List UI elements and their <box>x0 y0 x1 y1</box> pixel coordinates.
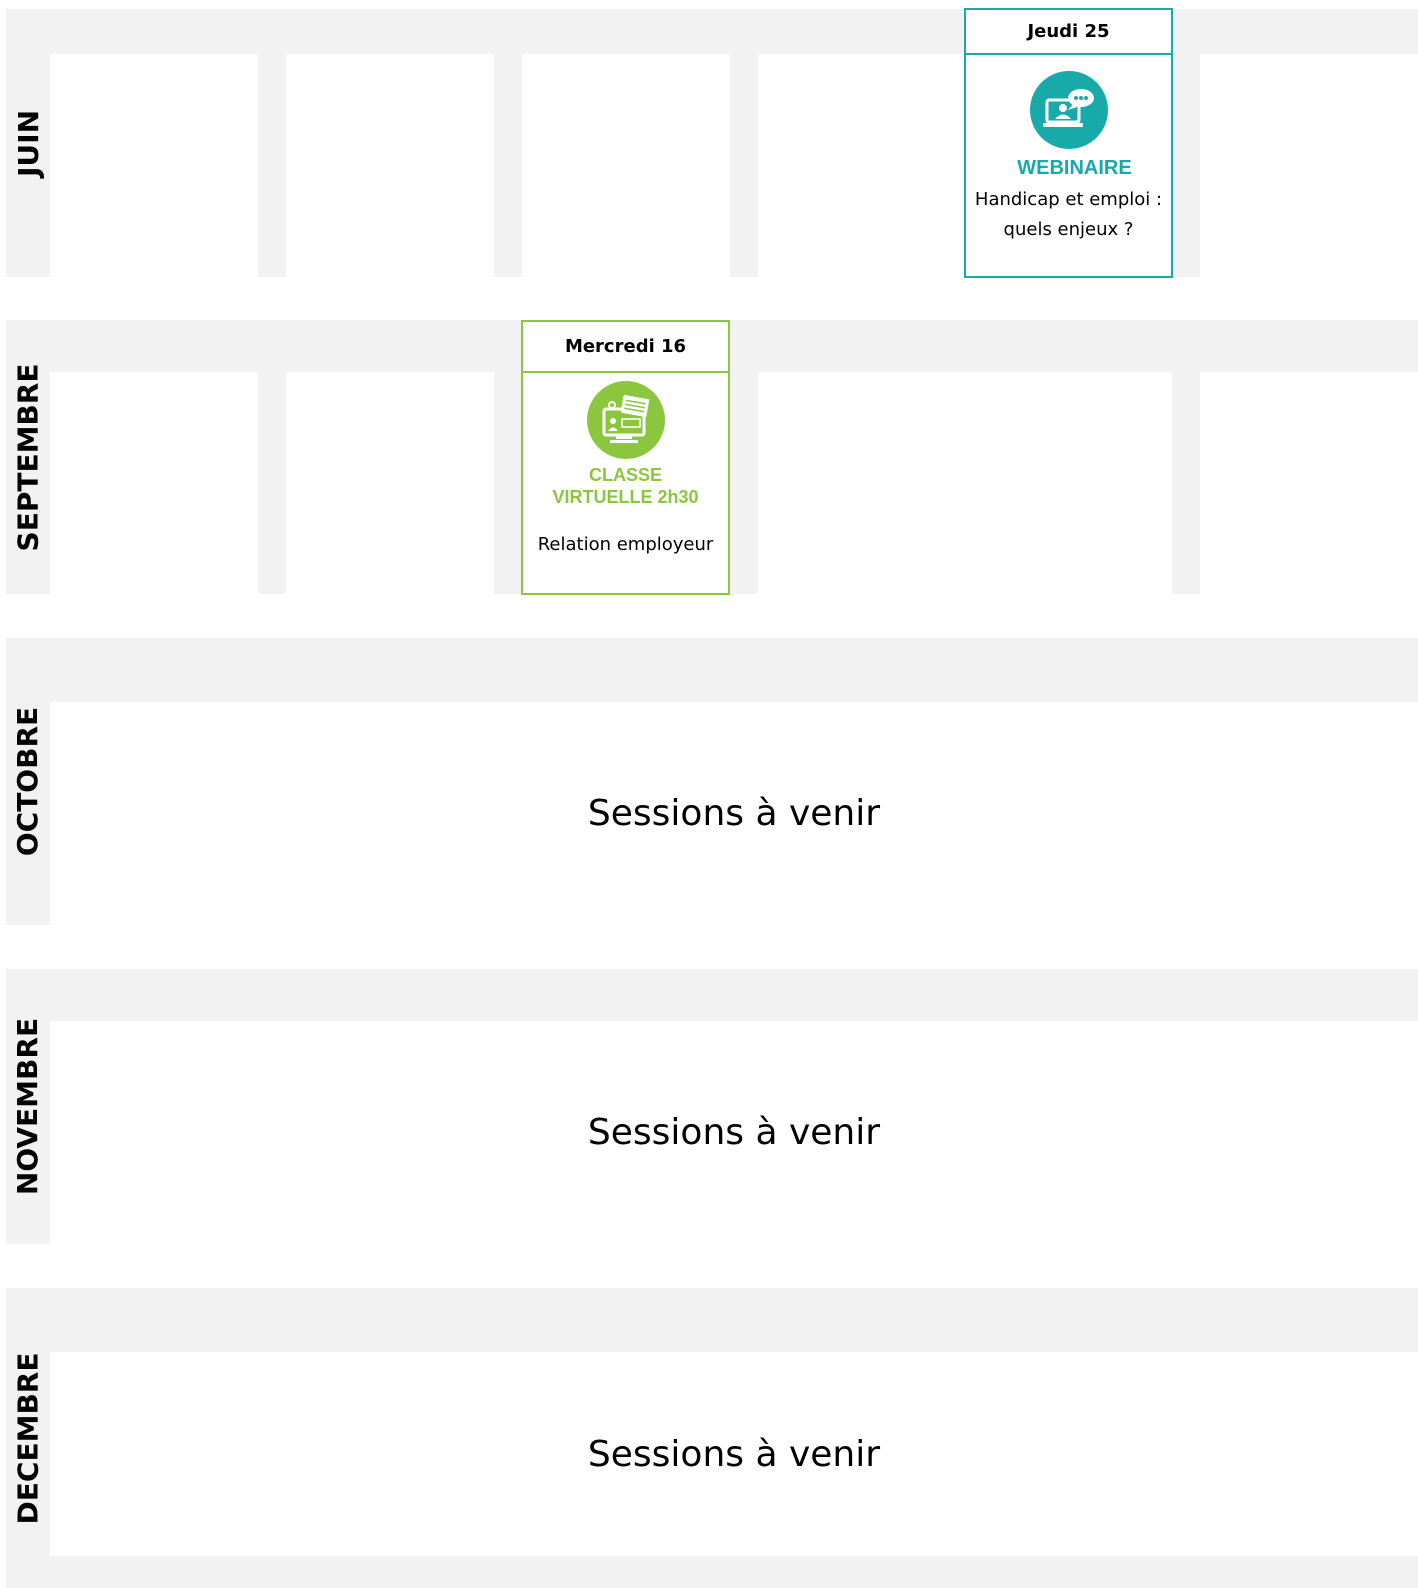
month-row-juin: JUIN <box>6 9 1418 277</box>
day-cell <box>522 54 730 277</box>
event-date: Mercredi 16 <box>523 322 728 373</box>
upcoming-sessions-decembre: Sessions à venir <box>50 1352 1418 1556</box>
event-title: Relation employeur <box>537 534 714 555</box>
day-cell <box>758 372 966 594</box>
day-cell <box>50 54 258 277</box>
month-label-septembre: SEPTEMBRE <box>11 363 45 551</box>
event-title: Handicap et emploi : quels enjeux ? <box>974 189 1163 240</box>
day-cell <box>1200 372 1418 594</box>
month-label-novembre: NOVEMBRE <box>11 1017 45 1196</box>
month-label-octobre: OCTOBRE <box>11 706 45 857</box>
event-card-webinaire[interactable]: Jeudi 25 WEBINAIRE Handicap et emploi : … <box>964 8 1173 278</box>
upcoming-sessions-novembre: Sessions à venir <box>50 1021 1418 1244</box>
event-card-classe-virtuelle[interactable]: Mercredi 16 CLASSE VIRTUELLE 2h30 Relati… <box>521 320 730 595</box>
webinar-icon <box>1029 71 1108 149</box>
event-type: WEBINAIRE <box>1017 157 1132 179</box>
upcoming-sessions-octobre: Sessions à venir <box>50 702 1418 925</box>
day-cell <box>1200 54 1418 277</box>
day-cell <box>286 372 494 594</box>
event-type: CLASSE VIRTUELLE 2h30 <box>552 465 699 507</box>
month-label-decembre: DECEMBRE <box>11 1352 45 1524</box>
virtual-class-icon <box>586 381 665 459</box>
month-label-juin: JUIN <box>11 109 45 177</box>
day-cell <box>50 372 258 594</box>
day-cell <box>966 372 1172 594</box>
event-date: Jeudi 25 <box>966 10 1171 55</box>
day-cell <box>758 54 966 277</box>
day-cell <box>286 54 494 277</box>
